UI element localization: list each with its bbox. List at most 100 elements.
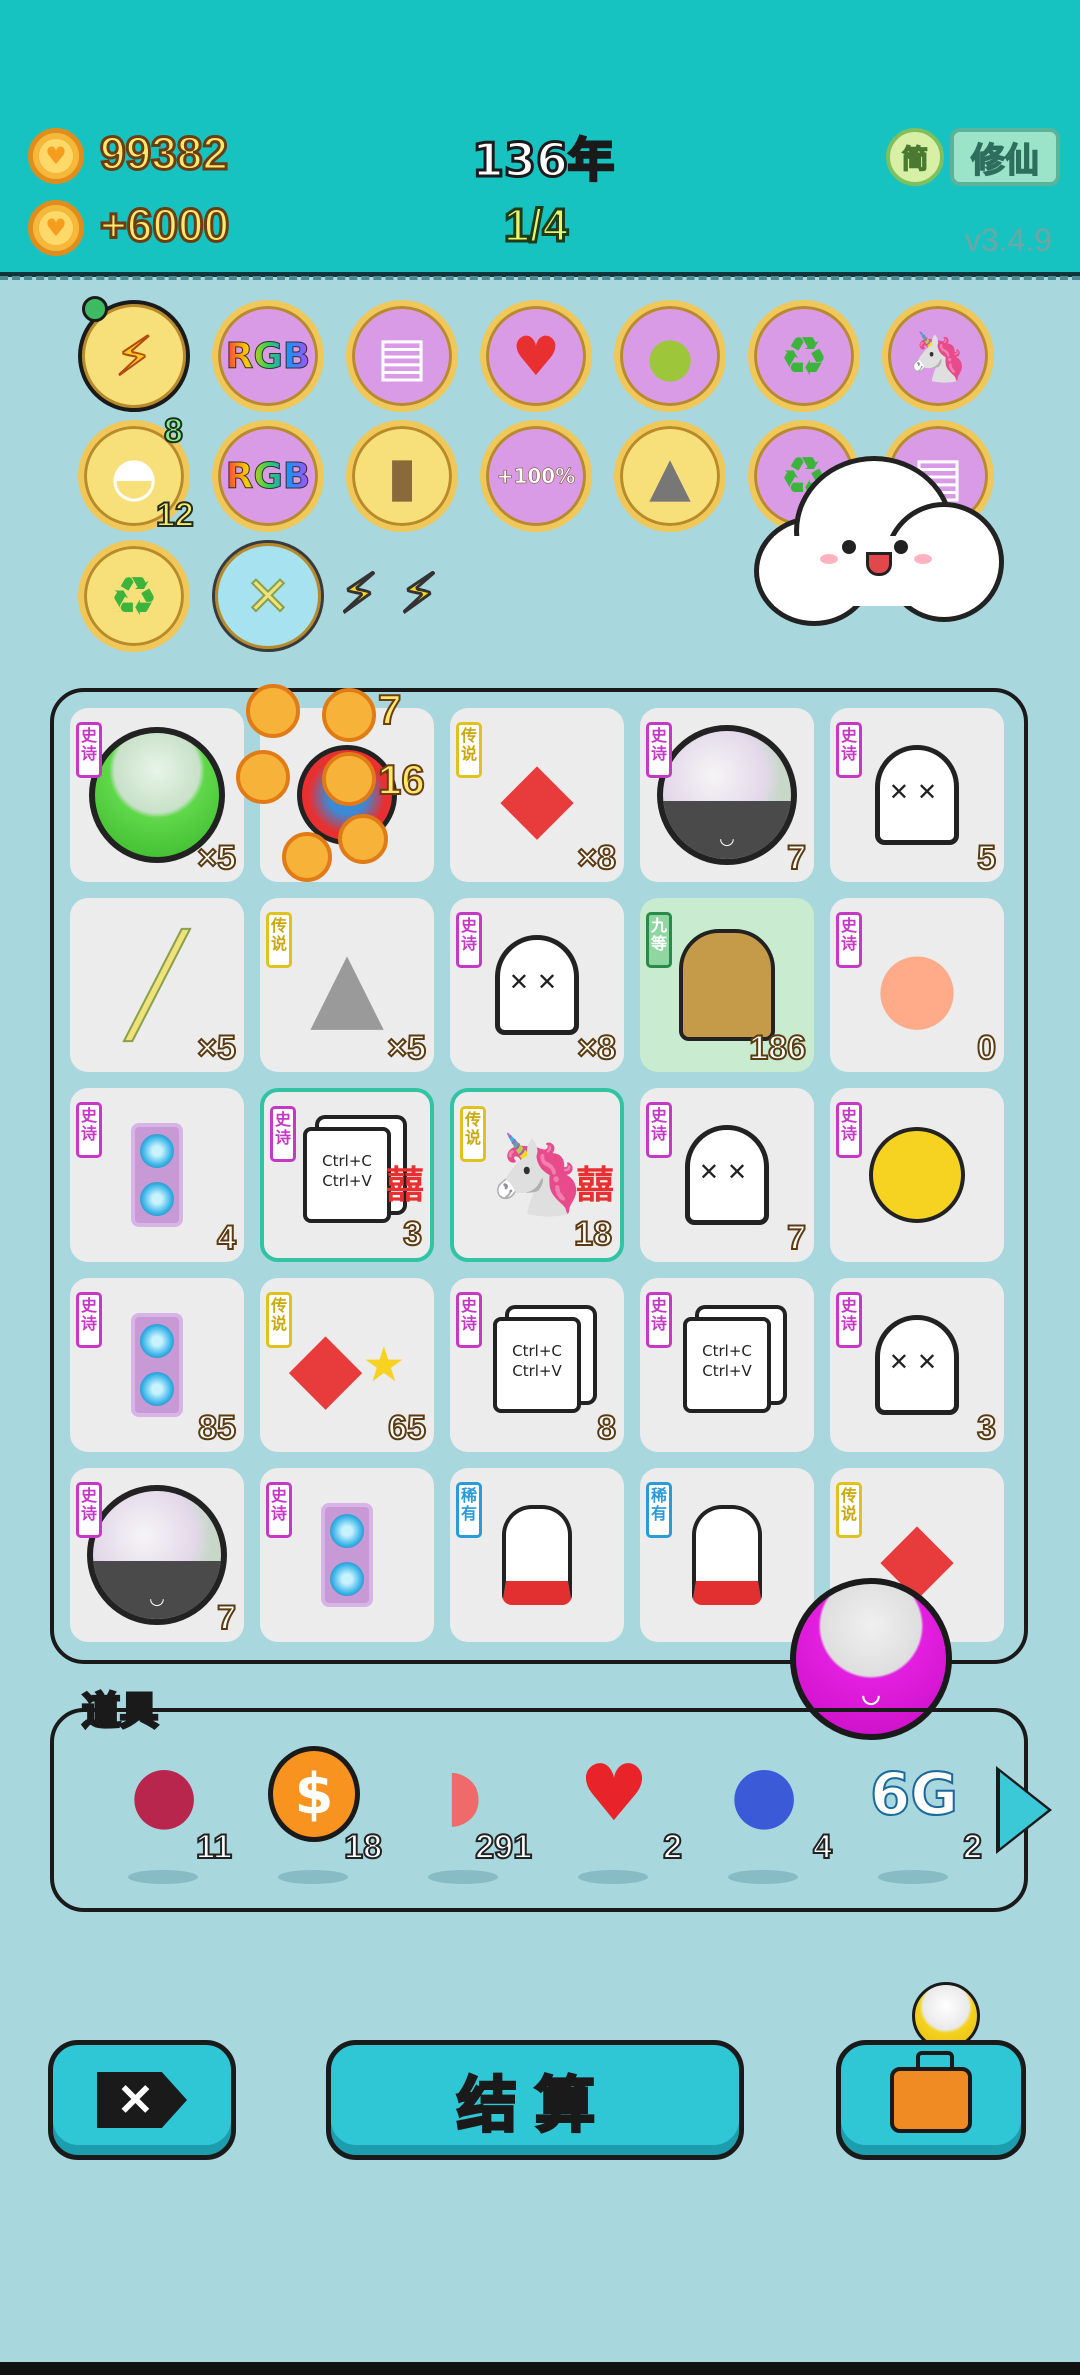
rarity-tag: 史诗	[266, 1482, 292, 1538]
bolt-icon: ⚡	[339, 561, 380, 627]
cell-count: 7	[786, 1218, 807, 1258]
recycle-icon: ♻	[109, 564, 159, 628]
rarity-tag: 传说	[266, 1292, 292, 1348]
recycle-relic-3[interactable]: ♻	[78, 540, 190, 652]
bag-button[interactable]	[836, 2040, 1026, 2160]
item-strawberry[interactable]: ♥ 2	[554, 1748, 683, 1888]
board-cell[interactable]: 史诗	[260, 1468, 434, 1642]
rarity-tag: 史诗	[456, 912, 482, 968]
cell-count: ×8	[576, 1028, 617, 1068]
item-blueberry[interactable]: ● 4	[704, 1748, 833, 1888]
board-cell[interactable]: 🦄 传说 18 囍	[450, 1088, 624, 1262]
rarity-tag: 史诗	[646, 722, 672, 778]
rarity-tag: 史诗	[270, 1106, 296, 1162]
husky-relic[interactable]: ▲	[614, 420, 726, 532]
rarity-tag: 传说	[460, 1106, 486, 1162]
6g-icon: 6G	[869, 1759, 959, 1829]
floating-coin-icon	[282, 832, 332, 882]
rgb-relic-2[interactable]: RGB	[212, 420, 324, 532]
cloud-mascot[interactable]	[754, 456, 1004, 626]
floating-coin-count: 16	[377, 755, 426, 804]
board-cell[interactable]: 稀有	[450, 1468, 624, 1642]
rarity-tag: 传说	[456, 722, 482, 778]
settle-button[interactable]: 结算	[326, 2040, 744, 2160]
rarity-tag: 传说	[266, 912, 292, 968]
rgb-relic[interactable]: RGB	[212, 300, 324, 412]
board-cell[interactable]: ◆ ★ 传说 65	[260, 1278, 434, 1452]
top-bar-divider	[0, 276, 1080, 280]
item-lychee[interactable]: ● 11	[104, 1748, 233, 1888]
board-cell[interactable]: ◡ 史诗 7	[70, 1468, 244, 1642]
delete-button[interactable]: ✕	[48, 2040, 236, 2160]
recycle-relic[interactable]: ♻	[748, 300, 860, 412]
items-next-arrow-icon[interactable]	[1000, 1772, 1048, 1848]
plus100-relic[interactable]: +100%	[480, 420, 592, 532]
unicorn-icon: 🦄	[908, 328, 968, 385]
version-label: v3.4.9	[964, 222, 1052, 258]
rarity-tag: 稀有	[456, 1482, 482, 1538]
cell-count: ×5	[196, 1028, 237, 1068]
item-liver[interactable]: ◗ 291	[404, 1748, 533, 1888]
board-cell[interactable]: Ctrl+C Ctrl+V 史诗 8	[450, 1278, 624, 1452]
skirt-icon: ▤	[376, 324, 428, 388]
cell-count: 3	[976, 1408, 997, 1448]
shell-count-bottom: 12	[155, 495, 195, 535]
tapioca-relic[interactable]: ▮	[346, 420, 458, 532]
coin-total: 99382	[99, 126, 230, 181]
board-cell[interactable]: Ctrl+C Ctrl+V 史诗	[640, 1278, 814, 1452]
item-6g[interactable]: 6G 2	[854, 1748, 983, 1888]
item-dollar-coin[interactable]: $ 18	[254, 1746, 383, 1888]
cell-count: ×5	[196, 838, 237, 878]
board-cell[interactable]: ✕✕ 史诗 3	[830, 1278, 1004, 1452]
cell-count: ×8	[576, 838, 617, 878]
tapioca-tea-icon: ▮	[387, 444, 417, 508]
board-cell[interactable]: 九等 186	[640, 898, 814, 1072]
straws-relic[interactable]: ✕	[212, 540, 324, 652]
board-cell[interactable]: 稀有	[640, 1468, 814, 1642]
cultivate-button[interactable]: 修仙	[950, 128, 1060, 186]
cell-count: 8	[596, 1408, 617, 1448]
board-cell[interactable]: ● 史诗 0	[830, 898, 1004, 1072]
double-happiness-label: 囍	[385, 1163, 424, 1207]
lychee-icon: ●	[129, 1749, 199, 1839]
cell-count: 0	[976, 1028, 997, 1068]
board-cell[interactable]: ◡ 史诗 7	[640, 708, 814, 882]
board-cell[interactable]: ▲ 传说 ×5	[260, 898, 434, 1072]
board-cell[interactable]: ✕✕ 史诗 ×8	[450, 898, 624, 1072]
simplified-chinese-button[interactable]: 简	[886, 128, 944, 186]
coin-icon: ♥	[28, 128, 84, 184]
heart-potion-relic[interactable]: ♥	[480, 300, 592, 412]
board-cell[interactable]: ╱ ×5	[70, 898, 244, 1072]
board-cell[interactable]: 史诗 4	[70, 1088, 244, 1262]
board-cell[interactable]: 史诗	[830, 1088, 1004, 1262]
rarity-tag: 史诗	[76, 1482, 102, 1538]
strawberry-icon: ♥	[579, 1749, 649, 1839]
skirt-relic[interactable]: ▤	[346, 300, 458, 412]
floating-coin-icon	[322, 752, 376, 806]
cell-count: 85	[197, 1408, 237, 1448]
rarity-tag: 史诗	[76, 722, 102, 778]
delete-tag-icon: ✕	[97, 2072, 187, 2128]
board-cell[interactable]: 史诗 ×5	[70, 708, 244, 882]
rarity-tag: 史诗	[646, 1292, 672, 1348]
double-happiness-label: 囍	[575, 1163, 614, 1207]
floating-coin-icon	[338, 814, 388, 864]
board-cell[interactable]: ✕✕ 史诗 5	[830, 708, 1004, 882]
dollar-coin-icon: $	[268, 1746, 360, 1842]
pomelo-relic[interactable]: ●	[614, 300, 726, 412]
board-cell[interactable]: Ctrl+C Ctrl+V 史诗 3 囍	[260, 1088, 434, 1262]
board-cell[interactable]: ◆ 传说 ×8	[450, 708, 624, 882]
board-cell[interactable]: ✕✕ 史诗 7	[640, 1088, 814, 1262]
unicorn-relic[interactable]: 🦄	[882, 300, 994, 412]
rarity-tag: 史诗	[836, 1292, 862, 1348]
rarity-tag: 九等	[646, 912, 672, 968]
cell-count: 4	[216, 1218, 237, 1258]
rarity-tag: 稀有	[646, 1482, 672, 1538]
rarity-tag: 史诗	[836, 912, 862, 968]
year-counter: 136年	[470, 132, 615, 189]
husky-icon: ▲	[649, 444, 691, 508]
cell-count: 3	[402, 1214, 423, 1254]
blueberry-icon: ●	[729, 1749, 799, 1839]
board-cell[interactable]: 史诗 85	[70, 1278, 244, 1452]
heart-potion-icon: ♥	[511, 324, 561, 388]
